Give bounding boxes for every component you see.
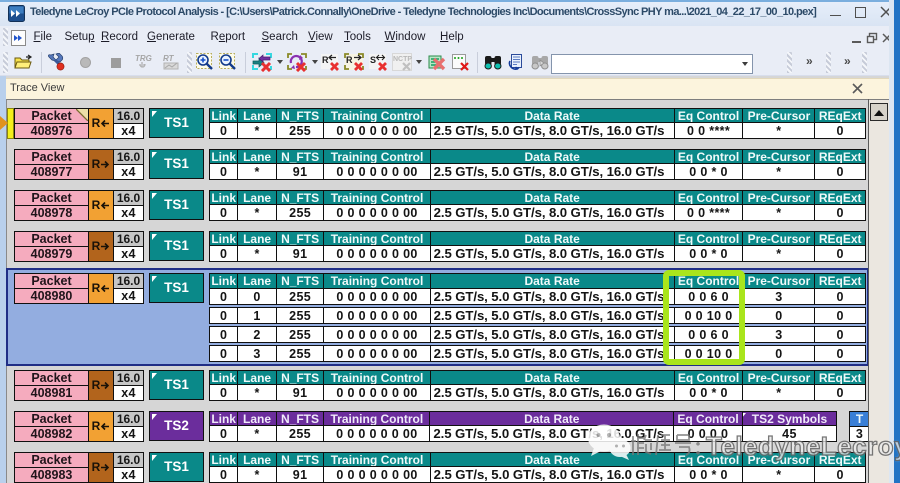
svg-text:R: R: [322, 55, 329, 65]
svg-text:S: S: [370, 55, 376, 65]
svg-text:NCTP: NCTP: [393, 56, 412, 63]
svg-text:R: R: [346, 55, 353, 65]
svg-text:RT: RT: [163, 54, 175, 63]
svg-text:TRG: TRG: [135, 54, 152, 63]
